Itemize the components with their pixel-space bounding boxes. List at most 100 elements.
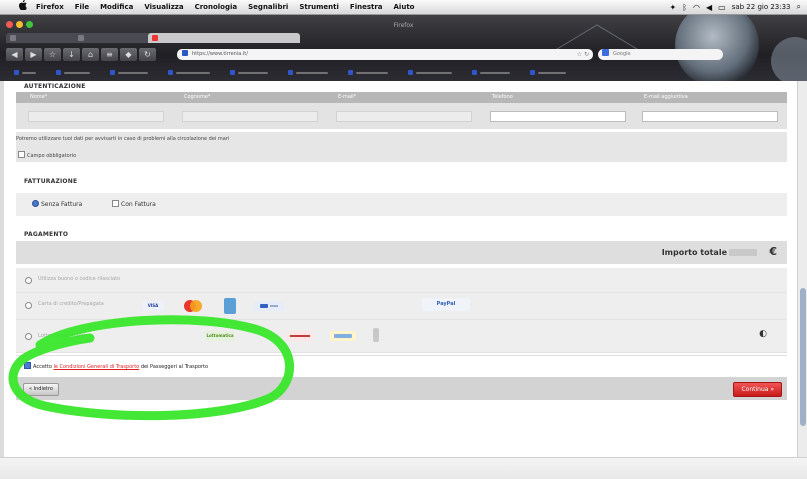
menu-finestra[interactable]: Finestra	[350, 3, 383, 11]
addon-icon[interactable]: ◆	[120, 48, 137, 61]
forward-icon[interactable]: ▶	[25, 48, 42, 61]
menu-aiuto[interactable]: Aiuto	[394, 3, 415, 11]
search-bar[interactable]: Google	[598, 49, 723, 60]
navigation-toolbar: ◀ ▶ ☆ ↓ ⌂ ≡ ◆ ↻	[6, 48, 156, 62]
menu-firefox[interactable]: Firefox	[36, 3, 64, 11]
dropbox-icon[interactable]: ✦	[669, 3, 676, 12]
voucher-radio[interactable]	[25, 277, 32, 284]
bookmark-item[interactable]	[110, 68, 148, 78]
terms-link[interactable]: le Condizioni Generali di Trasporto	[53, 364, 139, 370]
back-icon[interactable]: ◀	[6, 48, 23, 61]
privacy-checkbox[interactable]	[18, 151, 25, 158]
card-radio[interactable]	[25, 302, 32, 309]
menu-segnalibri[interactable]: Segnalibri	[248, 3, 288, 11]
search-placeholder: Google	[613, 51, 631, 57]
bookmark-icon	[230, 70, 235, 75]
privacy-note: Potremo utilizzare tuoi dati per avvisar…	[16, 136, 230, 142]
con-fattura-label: Con Fattura	[121, 201, 156, 208]
apple-menu-icon[interactable]	[16, 0, 28, 15]
col-header-email-aggiuntiva: E-mail aggiuntiva	[644, 94, 688, 100]
bookmark-item[interactable]	[14, 68, 36, 78]
lottomatica-radio[interactable]	[25, 333, 32, 340]
bookmark-icon	[530, 70, 535, 75]
lottomatica-logo: Lottomatica	[206, 331, 234, 341]
home-icon[interactable]: ⌂	[82, 48, 99, 61]
bookmark-item[interactable]	[56, 68, 90, 78]
option-con-fattura[interactable]: Con Fattura	[112, 200, 156, 208]
mastercard-logo	[182, 299, 204, 313]
back-button[interactable]: « Indietro	[23, 383, 59, 396]
menu-visualizza[interactable]: Visualizza	[144, 3, 183, 11]
url-bar[interactable]: https://www.tirrenia.it/ ☆ ↻	[177, 49, 593, 60]
bookmark-item[interactable]	[230, 68, 268, 78]
auth-fields-row	[16, 103, 787, 129]
payment-method-lottomatica[interactable]: Lottomatica/PayPal Lottomatica ◐	[16, 320, 787, 353]
mac-menu-bar: Firefox File Modifica Visualizza Cronolo…	[0, 0, 807, 15]
billing-options-row: Senza Fattura Con Fattura	[16, 193, 787, 216]
con-fattura-checkbox[interactable]	[112, 200, 119, 207]
bookmark-item[interactable]	[348, 68, 388, 78]
browser-tab-2[interactable]	[74, 33, 158, 43]
terms-text: Accetto le Condizioni Generali di Traspo…	[24, 362, 208, 370]
volume-icon[interactable]: ◀	[706, 3, 712, 12]
email-aggiuntiva-field[interactable]	[642, 111, 778, 122]
telefono-field[interactable]	[490, 111, 626, 122]
clock[interactable]: sab 22 gio 23:33	[732, 3, 791, 11]
col-header-cognome: Cognome*	[184, 94, 211, 100]
continue-button[interactable]: Continua »	[733, 382, 782, 397]
terms-checkbox[interactable]	[24, 362, 31, 369]
download-icon[interactable]: ↓	[63, 48, 80, 61]
info-icon[interactable]: ◐	[759, 329, 767, 339]
col-header-nome: Nome*	[30, 94, 48, 100]
bookmark-icon	[168, 70, 173, 75]
wifi-icon[interactable]: ◠	[693, 3, 700, 12]
menu-strumenti[interactable]: Strumenti	[299, 3, 339, 11]
scrollbar-thumb[interactable]	[800, 288, 806, 426]
payment-method-card[interactable]: Carta di credito/Prepagata VISA PayPal	[16, 293, 787, 320]
option-senza-fattura[interactable]: Senza Fattura	[32, 200, 82, 208]
menu-status-area: ✦ ᛒ ◠ ◀ ▭ sab 22 gio 23:33 ⌕	[669, 0, 801, 14]
privacy-checkbox-row[interactable]: Campo obbligatorio	[18, 151, 76, 159]
total-label: Importo totale	[661, 248, 727, 257]
menu-cronologia[interactable]: Cronologia	[195, 3, 238, 11]
payment-section-heading: PAGAMENTO	[24, 231, 69, 238]
bookmark-star-icon[interactable]: ☆	[44, 48, 61, 61]
url-text: https://www.tirrenia.it/	[192, 51, 248, 57]
browser-chrome: Firefox ◀ ▶ ☆ ↓ ⌂ ≡ ◆ ↻ https://www.tirr…	[0, 15, 807, 81]
menu-file[interactable]: File	[75, 3, 89, 11]
menu-modifica[interactable]: Modifica	[100, 3, 133, 11]
terms-row: Accetto le Condizioni Generali di Traspo…	[16, 355, 787, 376]
site-identity-icon[interactable]	[182, 50, 188, 56]
bookmark-icon	[348, 70, 353, 75]
bookmark-item[interactable]	[472, 68, 510, 78]
browser-tab-active[interactable]	[148, 33, 300, 43]
senza-fattura-radio[interactable]	[32, 200, 39, 207]
card-label: Carta di credito/Prepagata	[38, 301, 104, 307]
window-title: Firefox	[393, 22, 414, 29]
card-logo-small	[254, 301, 284, 311]
reload-icon[interactable]: ↻	[139, 48, 156, 61]
email-field	[336, 111, 472, 122]
bookmark-item[interactable]	[408, 68, 452, 78]
partner-logo-red	[286, 331, 314, 341]
menu-icon[interactable]: ≡	[101, 48, 118, 61]
payment-total-bar: Importo totale €	[16, 241, 787, 264]
nome-field	[28, 111, 164, 122]
senza-fattura-label: Senza Fattura	[41, 201, 83, 208]
vertical-scrollbar[interactable]	[797, 81, 807, 457]
bookmark-icon	[288, 70, 293, 75]
privacy-checkbox-label: Campo obbligatorio	[27, 153, 77, 159]
lottomatica-label: Lottomatica/PayPal	[38, 333, 86, 339]
spotlight-icon[interactable]: ⌕	[797, 2, 801, 12]
bookmark-icon	[56, 70, 61, 75]
payment-method-voucher[interactable]: Utilizza buono o codice rilasciato	[16, 268, 787, 293]
currency-symbol: €	[769, 245, 777, 258]
search-engine-icon[interactable]	[602, 49, 609, 56]
partner-logo-grey	[373, 328, 379, 342]
bluetooth-icon[interactable]: ᛒ	[682, 3, 687, 12]
bookmark-item[interactable]	[168, 68, 210, 78]
voucher-label: Utilizza buono o codice rilasciato	[38, 276, 121, 282]
bookmark-item[interactable]	[530, 68, 566, 78]
battery-icon[interactable]: ▭	[718, 3, 726, 12]
bookmark-item[interactable]	[288, 68, 328, 78]
